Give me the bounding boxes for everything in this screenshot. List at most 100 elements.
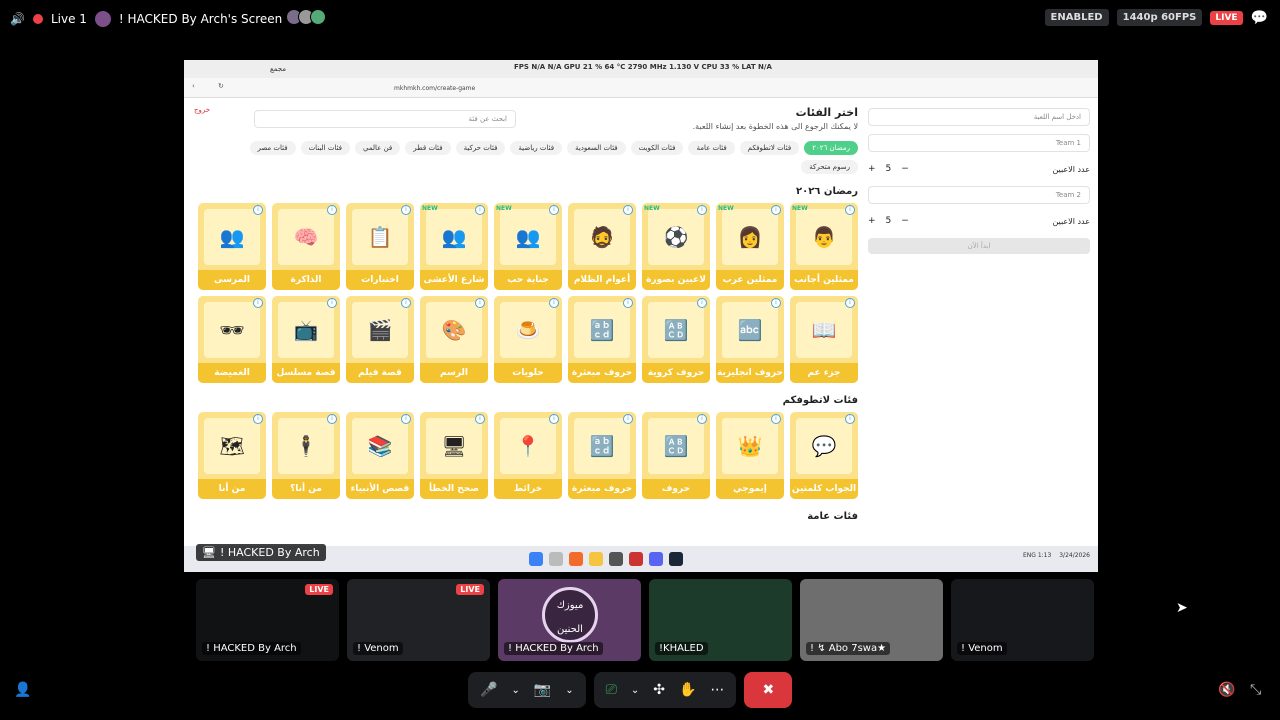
add-user-icon[interactable]: 👤 [14, 682, 31, 698]
reload-icon[interactable]: ↻ [218, 82, 224, 90]
exit-button[interactable]: خروج [194, 106, 210, 114]
chevron-down-icon[interactable]: ⌄ [631, 685, 639, 696]
category-chip[interactable]: فئات الكويت [630, 141, 684, 155]
category-chip[interactable]: فئات لاتطوفكم [739, 141, 800, 155]
browser-tab[interactable]: مجمع [270, 65, 286, 73]
info-icon[interactable]: i [623, 205, 633, 215]
category-card[interactable]: 🔡 i حروف مبعثرة [568, 296, 636, 383]
participant-tile[interactable]: ! ↯ Abo 7swa★ [800, 579, 943, 661]
category-card[interactable]: 📖 i جزء عم [790, 296, 858, 383]
team1-input[interactable]: Team 1 [868, 134, 1090, 152]
info-icon[interactable]: i [253, 414, 263, 424]
participant-tile[interactable]: ! Venom [951, 579, 1094, 661]
folder-icon[interactable] [589, 552, 603, 566]
category-chip[interactable]: رمضان ٢٠٢٦ [804, 141, 858, 155]
info-icon[interactable]: i [327, 205, 337, 215]
category-card[interactable]: 🕶 i الغميضة [198, 296, 266, 383]
category-card[interactable]: 👨i NEW ممثلين أجانب بصورة [790, 203, 858, 290]
category-card[interactable]: 🔠 i حروف كروية [642, 296, 710, 383]
info-icon[interactable]: i [697, 205, 707, 215]
leave-call-button[interactable]: ✖ [744, 672, 793, 708]
category-card[interactable]: 👥 i NEW جناية حب [494, 203, 562, 290]
category-card[interactable]: 🧔 i أعوام الظلام [568, 203, 636, 290]
info-icon[interactable]: i [475, 298, 485, 308]
players-stepper[interactable]: +5− [868, 216, 909, 226]
players-stepper[interactable]: +5− [868, 164, 909, 174]
info-icon[interactable]: i [771, 414, 781, 424]
mic-icon[interactable]: 🎤 [480, 682, 497, 698]
category-card[interactable]: 🕴 i من أنا؟ [272, 412, 340, 499]
info-icon[interactable]: i [697, 298, 707, 308]
category-chip[interactable]: فن عالمي [355, 141, 401, 155]
participant-tile[interactable]: !KHALED [649, 579, 792, 661]
plus-icon[interactable]: + [868, 164, 876, 174]
category-card[interactable]: 🧠 i الذاكرة [272, 203, 340, 290]
screen-share-icon[interactable]: ⎚ [606, 682, 617, 698]
category-card[interactable]: 👥 i المرسى [198, 203, 266, 290]
info-icon[interactable]: i [623, 298, 633, 308]
category-chip[interactable]: فئات السعودية [567, 141, 626, 155]
mute-stream-icon[interactable]: 🔇 [1218, 682, 1235, 698]
category-chip[interactable]: فئات عامة [688, 141, 735, 155]
info-icon[interactable]: i [475, 205, 485, 215]
info-icon[interactable]: i [327, 298, 337, 308]
info-icon[interactable]: i [401, 298, 411, 308]
category-card[interactable]: 🎬i قصة فيلم أجنبي [346, 296, 414, 383]
camera-off-icon[interactable]: 📷 [534, 682, 551, 698]
info-icon[interactable]: i [549, 414, 559, 424]
category-card[interactable]: 📺i قصة مسلسل أجنبي [272, 296, 340, 383]
start-button[interactable]: ابدأ الآن [868, 238, 1090, 254]
category-chip[interactable]: فئات قطر [405, 141, 451, 155]
info-icon[interactable]: i [253, 205, 263, 215]
category-search-input[interactable]: ابحث عن فئة [254, 110, 516, 128]
info-icon[interactable]: i [253, 298, 263, 308]
lang-indicator[interactable]: ENG [1023, 552, 1036, 559]
participant-tile[interactable]: LIVE ! HACKED By Arch [196, 579, 339, 661]
url-text[interactable]: mkhmkh.com/create-game [394, 85, 475, 92]
fullscreen-exit-icon[interactable]: ⤡ [1250, 682, 1261, 698]
info-icon[interactable]: i [549, 205, 559, 215]
chevron-down-icon[interactable]: ⌄ [565, 685, 573, 696]
category-chip[interactable]: فئات حركية [455, 141, 506, 155]
participant-tile[interactable]: ميوزك الحنين! HACKED By Arch [498, 579, 641, 661]
category-card[interactable]: 📍 i خرائط [494, 412, 562, 499]
category-card[interactable]: 🗺i من أنا جغرافيا؟ [198, 412, 266, 499]
participant-tile[interactable]: LIVE ! Venom [347, 579, 490, 661]
soundboard-icon[interactable]: ✋ [679, 682, 696, 698]
category-chip[interactable]: فئات مصر [249, 141, 296, 155]
windows-start-icon[interactable] [529, 552, 543, 566]
info-icon[interactable]: i [401, 205, 411, 215]
minus-icon[interactable]: − [901, 216, 909, 226]
info-icon[interactable]: i [549, 298, 559, 308]
more-icon[interactable]: ⋯ [710, 682, 724, 698]
category-card[interactable]: 📚 i قصص الأنبياء [346, 412, 414, 499]
discord-icon[interactable] [649, 552, 663, 566]
category-card[interactable]: ⚽ i NEW لاعبين بصورة [642, 203, 710, 290]
category-chip[interactable]: فئات رياضية [510, 141, 563, 155]
category-card[interactable]: 👥i NEW شارع الأعشى ٢ [420, 203, 488, 290]
quality-badge[interactable]: 1440p 60FPS [1116, 9, 1203, 26]
category-card[interactable]: 👑 i إيموجي [716, 412, 784, 499]
category-card[interactable]: 👩i NEW ممثلين عرب بصورة [716, 203, 784, 290]
category-card[interactable]: 💬 i الجواب كلمتين [790, 412, 858, 499]
info-icon[interactable]: i [401, 414, 411, 424]
enabled-badge[interactable]: ENABLED [1044, 9, 1109, 26]
info-icon[interactable]: i [845, 298, 855, 308]
info-icon[interactable]: i [845, 414, 855, 424]
chat-icon[interactable]: 💬 [1251, 10, 1268, 26]
viewer-avatars[interactable] [286, 9, 327, 28]
category-card[interactable]: 📋 i اختبارات [346, 203, 414, 290]
category-card[interactable]: 🔡 i حروف مبعثرة [568, 412, 636, 499]
info-icon[interactable]: i [771, 205, 781, 215]
back-icon[interactable]: ‹ [192, 82, 195, 90]
category-chip[interactable]: فئات البنات [300, 141, 351, 155]
info-icon[interactable]: i [845, 205, 855, 215]
category-card[interactable]: 🖥 i صحح الخطأ [420, 412, 488, 499]
activities-icon[interactable]: ✣ [653, 682, 665, 698]
category-chip[interactable]: رسوم متحركة [801, 160, 858, 174]
info-icon[interactable]: i [771, 298, 781, 308]
info-icon[interactable]: i [697, 414, 707, 424]
info-icon[interactable]: i [327, 414, 337, 424]
category-card[interactable]: 🍮i حلويات رمضانية [494, 296, 562, 383]
team2-input[interactable]: Team 2 [868, 186, 1090, 204]
